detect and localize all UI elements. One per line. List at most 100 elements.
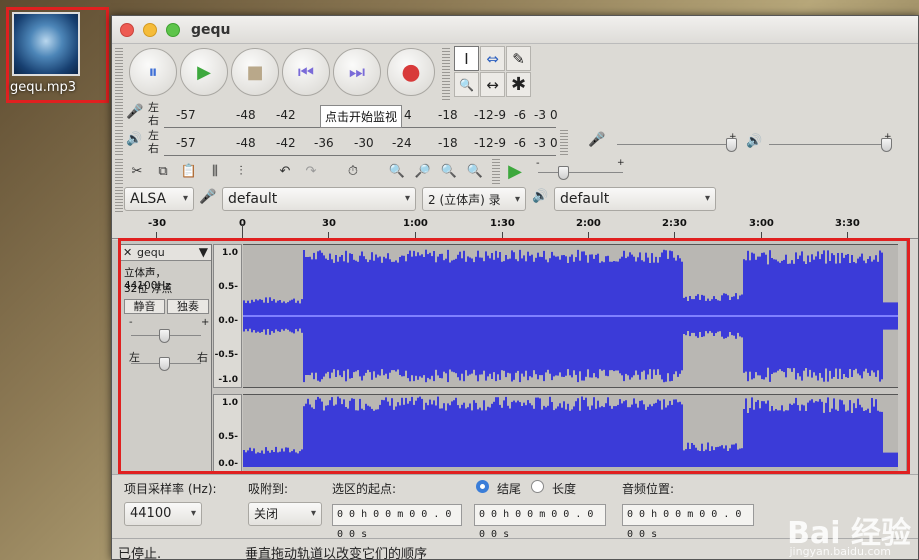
meter-tick: -18 [438, 136, 458, 150]
pan-slider[interactable] [159, 357, 170, 371]
track-name-bar[interactable]: ✕ gequ ▼ [121, 245, 211, 261]
tools-grip[interactable] [442, 48, 450, 100]
paste-button[interactable]: 📋 [176, 159, 202, 183]
audio-position-time[interactable]: 0 0 h 0 0 m 0 0 . 0 0 0 s [622, 504, 754, 540]
stop-icon: ■ [246, 61, 264, 83]
playat-grip[interactable] [492, 159, 500, 185]
output-volume-track[interactable] [769, 144, 889, 145]
device-grip[interactable] [115, 187, 123, 213]
skip-to-end-button[interactable]: ⏭ [333, 48, 381, 96]
solo-button[interactable]: 独奏 [167, 299, 209, 314]
pencil-icon: ✎ [512, 49, 525, 68]
selection-start-time[interactable]: 0 0 h 0 0 m 0 0 . 0 0 0 s [332, 504, 462, 540]
selection-tool[interactable]: I [454, 46, 479, 71]
project-rate-select[interactable]: 44100 ▾ [124, 502, 202, 526]
baidu-watermark-url: jingyan.baidu.com [789, 545, 891, 558]
end-radio[interactable] [476, 480, 489, 493]
meter-grip[interactable] [115, 130, 123, 156]
meter-tick: -57 [176, 136, 196, 150]
playback-meter[interactable]: -57 -48 -42 -36 -30 -24 -18 -12 -9 -6 -3… [164, 130, 558, 156]
undo-button[interactable]: ↶ [272, 159, 298, 183]
play-at-speed-button[interactable]: ▶ [502, 159, 528, 183]
skip-to-start-button[interactable]: ⏮ [282, 48, 330, 96]
copy-button[interactable]: ⧉ [150, 159, 176, 183]
pause-icon: ⏸ [148, 61, 158, 83]
title-bar: gequ [112, 16, 918, 44]
meter-tick: -12 [474, 136, 494, 150]
multi-tool[interactable]: ✱ [506, 72, 531, 97]
silence-button[interactable]: ⫶ [228, 159, 254, 183]
rate-label: 项目采样率 (Hz): [124, 482, 217, 496]
output-volume-slider[interactable] [881, 138, 892, 152]
snap-select[interactable]: 关闭 ▾ [248, 502, 322, 526]
waveform-right-svg [243, 396, 899, 467]
chevron-down-icon: ▾ [190, 508, 196, 519]
input-volume-track[interactable] [617, 144, 737, 145]
meter-grip[interactable] [115, 102, 123, 128]
mute-button[interactable]: 静音 [124, 299, 165, 314]
maximize-window-button[interactable] [166, 23, 180, 37]
timeline-ruler[interactable]: -30 0 30 1:00 1:30 2:00 2:30 3:00 3:30 [112, 215, 918, 239]
pause-button[interactable]: ⏸ [129, 48, 177, 96]
fit-selection-button[interactable]: 🔍 [436, 159, 462, 183]
channels-value: 2 (立体声) 录 [428, 193, 501, 207]
status-text: 已停止. [118, 547, 162, 560]
speed-minus: - [536, 158, 540, 169]
redo-icon: ↷ [305, 163, 317, 179]
mixer-grip[interactable] [560, 130, 568, 156]
envelope-tool[interactable]: ⇔ [480, 46, 505, 71]
fit-project-button[interactable]: 🔍 [462, 159, 488, 183]
gain-plus: + [201, 317, 210, 328]
scale-label: -0.5- [214, 350, 238, 360]
zoom-in-icon: 🔍 [388, 163, 406, 179]
meter-tick: -24 [392, 136, 412, 150]
undo-icon: ↶ [279, 163, 291, 179]
draw-tool[interactable]: ✎ [506, 46, 531, 71]
timeshift-tool[interactable]: ↔ [480, 72, 505, 97]
record-button[interactable]: ● [387, 48, 435, 96]
playback-device-select[interactable]: default ▾ [554, 187, 716, 211]
input-volume-slider[interactable] [726, 138, 737, 152]
waveform-left-channel[interactable] [243, 244, 899, 388]
ruler-tick [415, 232, 416, 238]
edit-grip[interactable] [115, 159, 123, 185]
chevron-down-icon: ▾ [514, 194, 520, 205]
play-button[interactable]: ▶ [180, 48, 228, 96]
vertical-scrollbar[interactable] [906, 240, 918, 474]
waveform-right-channel[interactable] [243, 394, 899, 472]
close-window-button[interactable] [120, 23, 134, 37]
selection-end-time[interactable]: 0 0 h 0 0 m 0 0 . 0 0 0 s [474, 504, 606, 540]
sync-lock-button[interactable]: ⏱ [340, 159, 366, 183]
channels-select[interactable]: 2 (立体声) 录 ▾ [422, 187, 526, 211]
microphone-icon: 🎤 [199, 189, 217, 205]
music-file-icon[interactable] [12, 12, 80, 76]
record-icon: ● [401, 59, 421, 85]
speed-slider[interactable] [558, 166, 569, 180]
zoom-in-button[interactable]: 🔍 [384, 159, 410, 183]
toolbar-grip[interactable] [115, 48, 123, 100]
length-label: 长度 [552, 482, 577, 496]
recording-device-select[interactable]: default ▾ [222, 187, 416, 211]
recording-device-value: default [228, 191, 278, 207]
speed-track[interactable] [538, 172, 623, 173]
stop-button[interactable]: ■ [231, 48, 279, 96]
desktop-icon-label[interactable]: gequ.mp3 [10, 80, 102, 95]
chevron-down-icon: ▾ [310, 508, 316, 519]
length-radio[interactable] [531, 480, 544, 493]
zoom-tool[interactable]: 🔍 [454, 72, 479, 97]
ruler-label: 1:30 [490, 218, 515, 229]
track-name[interactable]: gequ [137, 246, 165, 259]
track-control-panel[interactable]: ✕ gequ ▼ 立体声，44100Hz 32位 浮点 静音 独奏 - + 左 … [120, 244, 212, 472]
close-track-icon[interactable]: ✕ [123, 246, 132, 259]
minimize-window-button[interactable] [143, 23, 157, 37]
redo-button[interactable]: ↷ [298, 159, 324, 183]
gain-slider[interactable] [159, 329, 170, 343]
monitor-tooltip: 点击开始监视 [320, 105, 403, 128]
zoom-out-button[interactable]: 🔎 [410, 159, 436, 183]
paste-icon: 📋 [180, 163, 198, 179]
audio-host-select[interactable]: ALSA ▾ [124, 187, 194, 211]
trim-button[interactable]: ⫼ [202, 159, 228, 183]
cut-button[interactable]: ✂ [124, 159, 150, 183]
track-menu-chevron-icon[interactable]: ▼ [199, 245, 208, 259]
timer-icon: ⏱ [347, 163, 359, 179]
